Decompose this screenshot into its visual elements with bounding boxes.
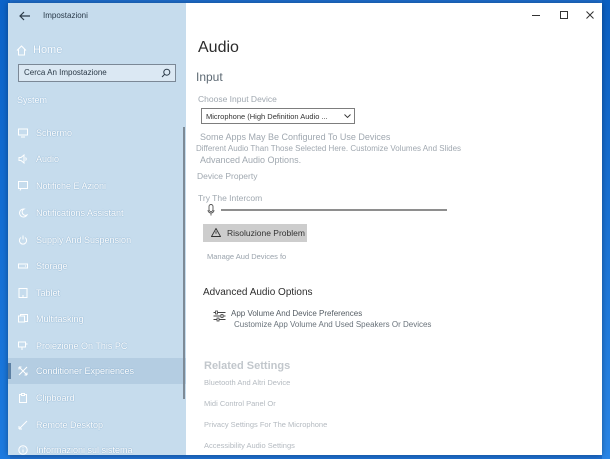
sidebar-item-audio[interactable]: Audio bbox=[8, 146, 186, 172]
home-label: Home bbox=[33, 44, 63, 56]
input-level-meter bbox=[221, 209, 447, 211]
projection-icon bbox=[18, 341, 28, 350]
device-note-line1: Some Apps May Be Configured To Use Devic… bbox=[200, 132, 391, 142]
home-link[interactable]: Home bbox=[16, 41, 62, 59]
manage-devices-link[interactable]: Manage Aud Devices fo bbox=[207, 252, 286, 261]
input-device-value: Microphone (High Definition Audio ... bbox=[206, 112, 328, 121]
sidebar-item-display[interactable]: Schermo bbox=[8, 120, 186, 146]
sidebar-item-label: Storage bbox=[36, 261, 68, 271]
sidebar-item-projection[interactable]: Proiezione On This PC bbox=[8, 333, 186, 359]
ease-of-access-audio-link[interactable]: Accessibility Audio Settings bbox=[204, 441, 295, 450]
troubleshoot-button[interactable]: Risoluzione Problem bbox=[203, 224, 307, 242]
test-microphone-label: Try The Intercom bbox=[198, 193, 263, 203]
microphone-icon bbox=[207, 204, 215, 216]
sidebar-item-focus-assist[interactable]: Notifications Assistant bbox=[8, 200, 186, 226]
sidebar-item-label: Conditioner Experiences bbox=[36, 366, 135, 376]
page-title: Audio bbox=[198, 39, 239, 56]
sound-control-panel-link[interactable]: Midi Control Panel Or bbox=[204, 399, 276, 408]
sidebar-item-label: Multitasking bbox=[36, 314, 84, 324]
bluetooth-devices-link[interactable]: Bluetooth And Altri Device bbox=[204, 378, 290, 387]
sidebar-item-label: Notifications Assistant bbox=[36, 208, 124, 218]
troubleshoot-label: Risoluzione Problem bbox=[227, 228, 305, 238]
app-title: Impostazioni bbox=[43, 11, 88, 20]
sidebar-item-about[interactable]: Informazioni sul sistema bbox=[8, 437, 186, 455]
microphone-privacy-link[interactable]: Privacy Settings For The Microphone bbox=[204, 420, 327, 429]
sidebar-item-label: Proiezione On This PC bbox=[36, 341, 128, 351]
warning-icon bbox=[211, 228, 221, 237]
input-device-select[interactable]: Microphone (High Definition Audio ... bbox=[201, 108, 355, 124]
title-bar: Impostazioni bbox=[8, 3, 186, 29]
device-properties-link[interactable]: Device Property bbox=[197, 171, 257, 181]
sidebar-scrollbar[interactable] bbox=[183, 127, 185, 399]
sidebar-item-label: Clipboard bbox=[36, 393, 75, 403]
tablet-icon bbox=[18, 288, 28, 298]
sidebar-item-storage[interactable]: Storage bbox=[8, 253, 186, 279]
sidebar-item-label: Tablet bbox=[36, 288, 61, 298]
main-content: Audio Input Choose Input Device Micropho… bbox=[186, 3, 602, 455]
section-label: System bbox=[17, 95, 48, 105]
sidebar-item-label: Supply And Suspension bbox=[36, 235, 132, 245]
related-settings-heading: Related Settings bbox=[204, 360, 291, 372]
multitasking-icon bbox=[18, 314, 28, 323]
app-volume-title[interactable]: App Volume And Device Preferences bbox=[231, 309, 362, 318]
sidebar-item-shared-experiences[interactable]: Conditioner Experiences bbox=[8, 358, 186, 384]
search-value: Cerca An Impostazione bbox=[24, 68, 107, 77]
sidebar-item-label: Audio bbox=[36, 154, 60, 164]
sidebar-item-multitasking[interactable]: Multitasking bbox=[8, 306, 186, 332]
info-icon bbox=[18, 445, 28, 455]
chevron-down-icon bbox=[344, 114, 351, 119]
sidebar-item-remote-desktop[interactable]: Remote Desktop bbox=[8, 412, 186, 438]
power-icon bbox=[18, 235, 28, 245]
monitor-icon bbox=[18, 128, 28, 138]
sidebar: Impostazioni Home Cerca An Impostazione … bbox=[8, 3, 186, 455]
sidebar-item-label: Informazioni sul sistema bbox=[36, 445, 133, 455]
speaker-icon bbox=[18, 154, 27, 164]
sidebar-item-label: Schermo bbox=[36, 128, 73, 138]
sidebar-item-label: Notifiche E Azioni bbox=[36, 181, 107, 191]
home-icon bbox=[16, 44, 27, 55]
app-volume-description: Customize App Volume And Used Speakers O… bbox=[234, 320, 432, 329]
shared-experiences-icon bbox=[18, 366, 28, 376]
notification-icon bbox=[18, 181, 28, 191]
back-arrow-icon[interactable] bbox=[18, 9, 32, 23]
sidebar-item-label: Remote Desktop bbox=[36, 420, 104, 430]
search-input[interactable]: Cerca An Impostazione bbox=[18, 64, 176, 82]
remote-desktop-icon bbox=[18, 420, 28, 430]
sliders-icon[interactable] bbox=[213, 310, 226, 322]
choose-device-label: Choose Input Device bbox=[198, 94, 277, 104]
advanced-heading: Advanced Audio Options bbox=[203, 287, 313, 298]
sidebar-item-tablet[interactable]: Tablet bbox=[8, 280, 186, 306]
storage-icon bbox=[18, 263, 28, 269]
sidebar-item-power[interactable]: Supply And Suspension bbox=[8, 227, 186, 253]
input-heading: Input bbox=[196, 70, 223, 84]
device-note-line3: Advanced Audio Options. bbox=[200, 155, 302, 165]
device-note-line2: Different Audio Than Those Selected Here… bbox=[196, 144, 462, 153]
clipboard-icon bbox=[19, 393, 27, 403]
moon-icon bbox=[19, 208, 28, 218]
sidebar-item-notifications[interactable]: Notifiche E Azioni bbox=[8, 173, 186, 199]
search-icon[interactable] bbox=[161, 68, 171, 78]
sidebar-item-clipboard[interactable]: Clipboard bbox=[8, 385, 186, 411]
desktop-background-right bbox=[602, 0, 610, 459]
settings-window: Impostazioni Home Cerca An Impostazione … bbox=[8, 3, 602, 455]
